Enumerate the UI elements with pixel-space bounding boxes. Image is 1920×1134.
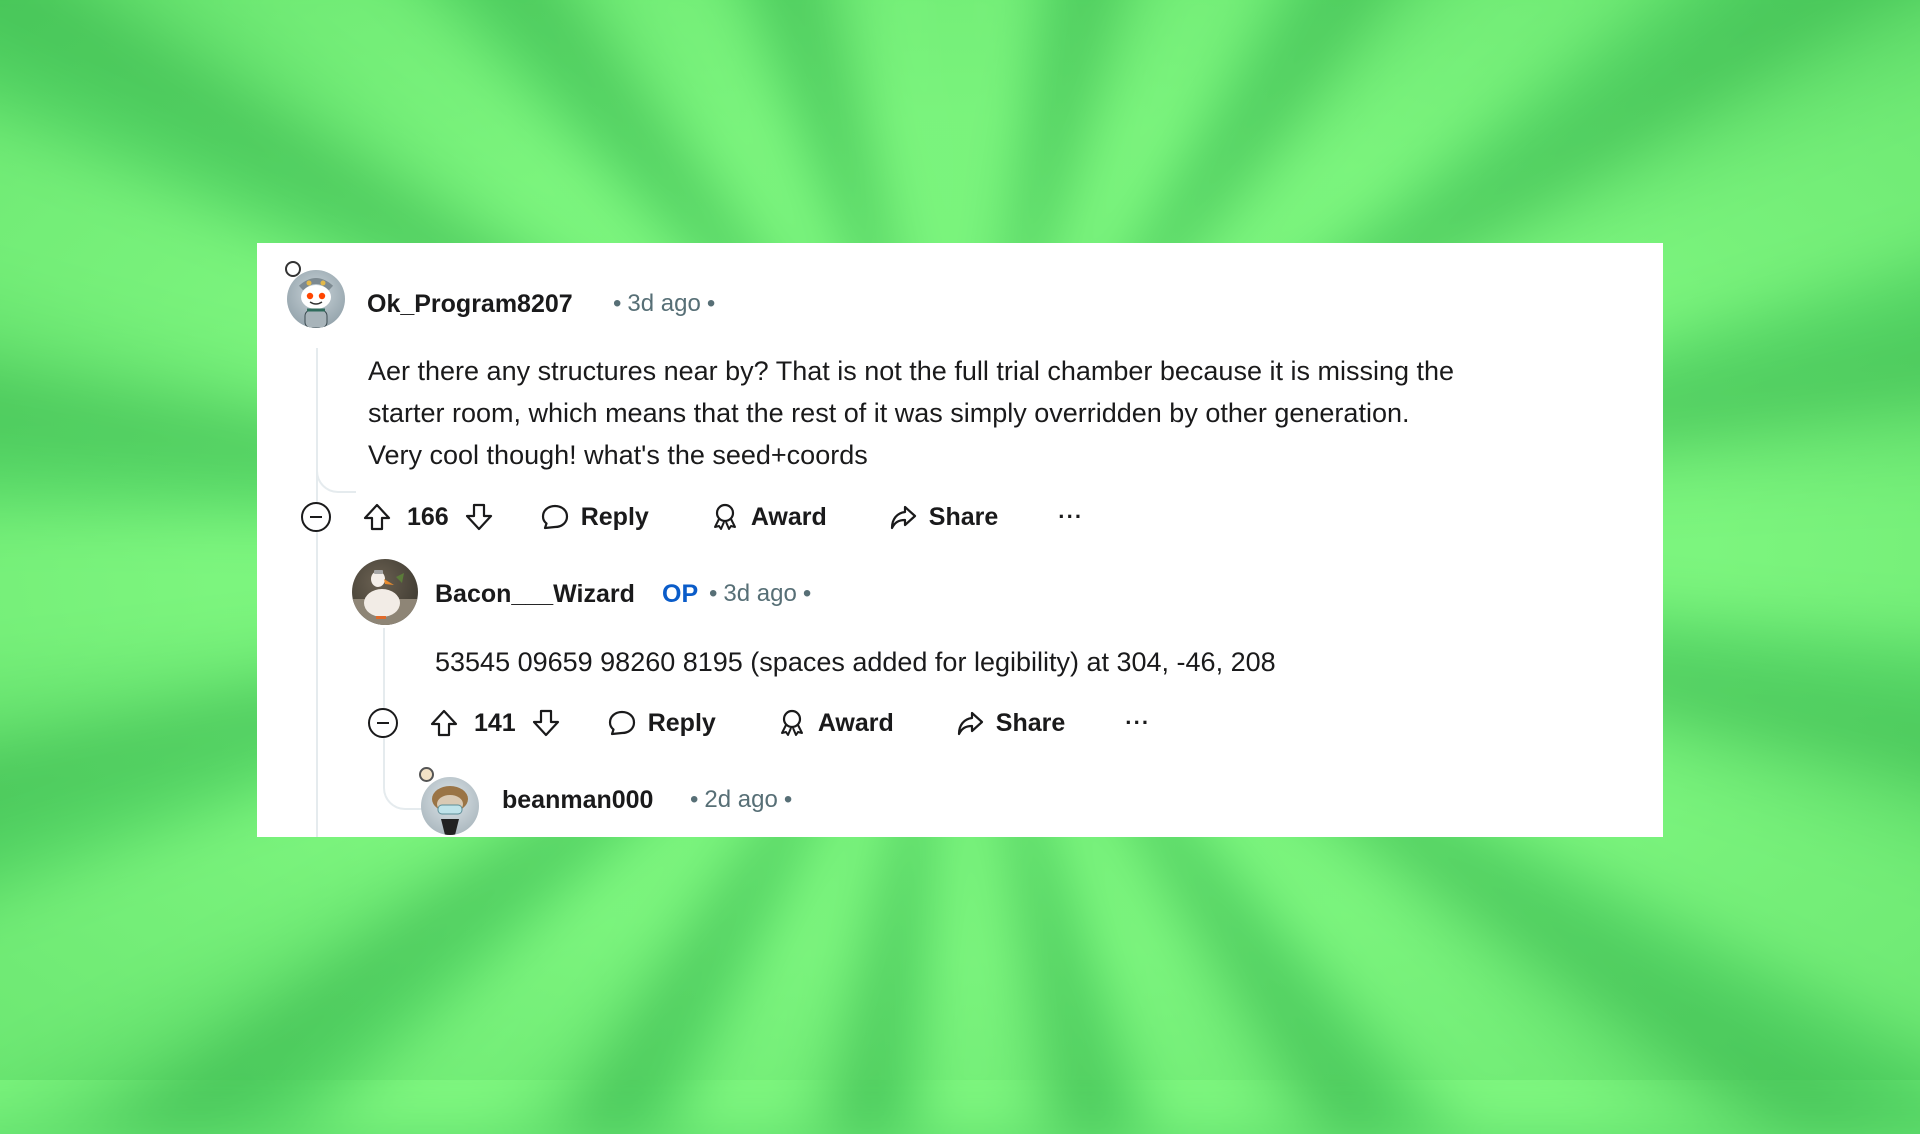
vote-controls: 141 bbox=[428, 707, 562, 739]
comment-meta: • 3d ago • bbox=[607, 290, 721, 318]
op-badge: OP bbox=[662, 580, 699, 608]
avatar-bacon-wizard[interactable] bbox=[352, 559, 418, 625]
separator-dot: • bbox=[706, 290, 716, 317]
snoo-icon bbox=[298, 278, 334, 328]
reply-button[interactable]: Reply bbox=[539, 501, 649, 533]
vote-count: 166 bbox=[407, 502, 449, 531]
share-label: Share bbox=[995, 708, 1066, 737]
vote-count: 141 bbox=[474, 708, 516, 737]
award-ribbon-icon bbox=[780, 709, 803, 736]
comment-username[interactable]: Ok_Program8207 bbox=[367, 290, 573, 319]
comment-body-line: Aer there any structures near by? That i… bbox=[368, 356, 1455, 386]
duck-photo-icon bbox=[352, 570, 418, 625]
comment-timestamp[interactable]: 3d ago bbox=[723, 580, 796, 607]
comment-timestamp[interactable]: 2d ago bbox=[704, 786, 777, 813]
share-arrow-icon bbox=[957, 711, 983, 736]
collapse-thread-button[interactable] bbox=[301, 502, 331, 532]
vote-controls: 166 bbox=[361, 501, 495, 533]
comment-thread-card: Ok_Program8207 • 3d ago • Aer there any st… bbox=[257, 243, 1663, 837]
upvote-icon[interactable] bbox=[428, 707, 460, 739]
comment-username[interactable]: Bacon___Wizard bbox=[435, 580, 635, 609]
share-label: Share bbox=[928, 502, 999, 531]
award-button[interactable]: Award bbox=[709, 501, 827, 533]
reply-button[interactable]: Reply bbox=[606, 707, 716, 739]
share-arrow-icon bbox=[890, 505, 916, 530]
award-ribbon-icon bbox=[713, 503, 736, 530]
snoo-antenna-icon bbox=[285, 261, 301, 277]
snoo-antenna-icon bbox=[419, 767, 434, 782]
downvote-icon[interactable] bbox=[530, 707, 562, 739]
comment-username[interactable]: beanman000 bbox=[502, 786, 653, 815]
comment-bubble-icon bbox=[541, 504, 568, 530]
award-label: Award bbox=[750, 502, 827, 531]
reply-label: Reply bbox=[580, 502, 649, 531]
avatar-ok-program8207[interactable] bbox=[287, 270, 345, 328]
comment-body: 53545 09659 98260 8195 (spaces added for… bbox=[435, 641, 1635, 683]
separator-dot: • bbox=[802, 580, 812, 607]
downvote-icon[interactable] bbox=[463, 501, 495, 533]
separator-dot: • bbox=[690, 786, 699, 813]
comment-action-bar: 166 Reply Award Share ··· bbox=[301, 497, 1083, 537]
thread-line-level-1 bbox=[316, 348, 318, 837]
comment-meta: • 3d ago • bbox=[703, 580, 817, 608]
comment-bubble-icon bbox=[608, 710, 635, 736]
award-button[interactable]: Award bbox=[776, 707, 894, 739]
avatar-beanman000[interactable] bbox=[421, 777, 479, 835]
collapse-thread-button[interactable] bbox=[368, 708, 398, 738]
separator-dot: • bbox=[613, 290, 622, 317]
comment-body-line: Very cool though! what's the seed+coords bbox=[368, 440, 868, 470]
comment-body-line: 53545 09659 98260 8195 (spaces added for… bbox=[435, 647, 1276, 677]
comment-body: Aer there any structures near by? That i… bbox=[368, 350, 1648, 476]
thread-branch-curve bbox=[316, 453, 356, 493]
more-options-button[interactable]: ··· bbox=[1125, 710, 1150, 736]
snoo-masked-icon bbox=[432, 786, 468, 835]
comment-action-bar: 141 Reply Award Share ··· bbox=[368, 703, 1150, 743]
more-options-button[interactable]: ··· bbox=[1058, 504, 1083, 530]
share-button[interactable]: Share bbox=[954, 707, 1065, 739]
comment-meta: • 2d ago • bbox=[684, 786, 798, 814]
upvote-icon[interactable] bbox=[361, 501, 393, 533]
separator-dot: • bbox=[783, 786, 793, 813]
award-label: Award bbox=[817, 708, 894, 737]
comment-timestamp[interactable]: 3d ago bbox=[627, 290, 700, 317]
separator-dot: • bbox=[709, 580, 718, 607]
reply-label: Reply bbox=[647, 708, 716, 737]
share-button[interactable]: Share bbox=[887, 501, 998, 533]
thread-branch-curve bbox=[383, 738, 423, 810]
comment-body-line: starter room, which means that the rest … bbox=[368, 398, 1410, 428]
